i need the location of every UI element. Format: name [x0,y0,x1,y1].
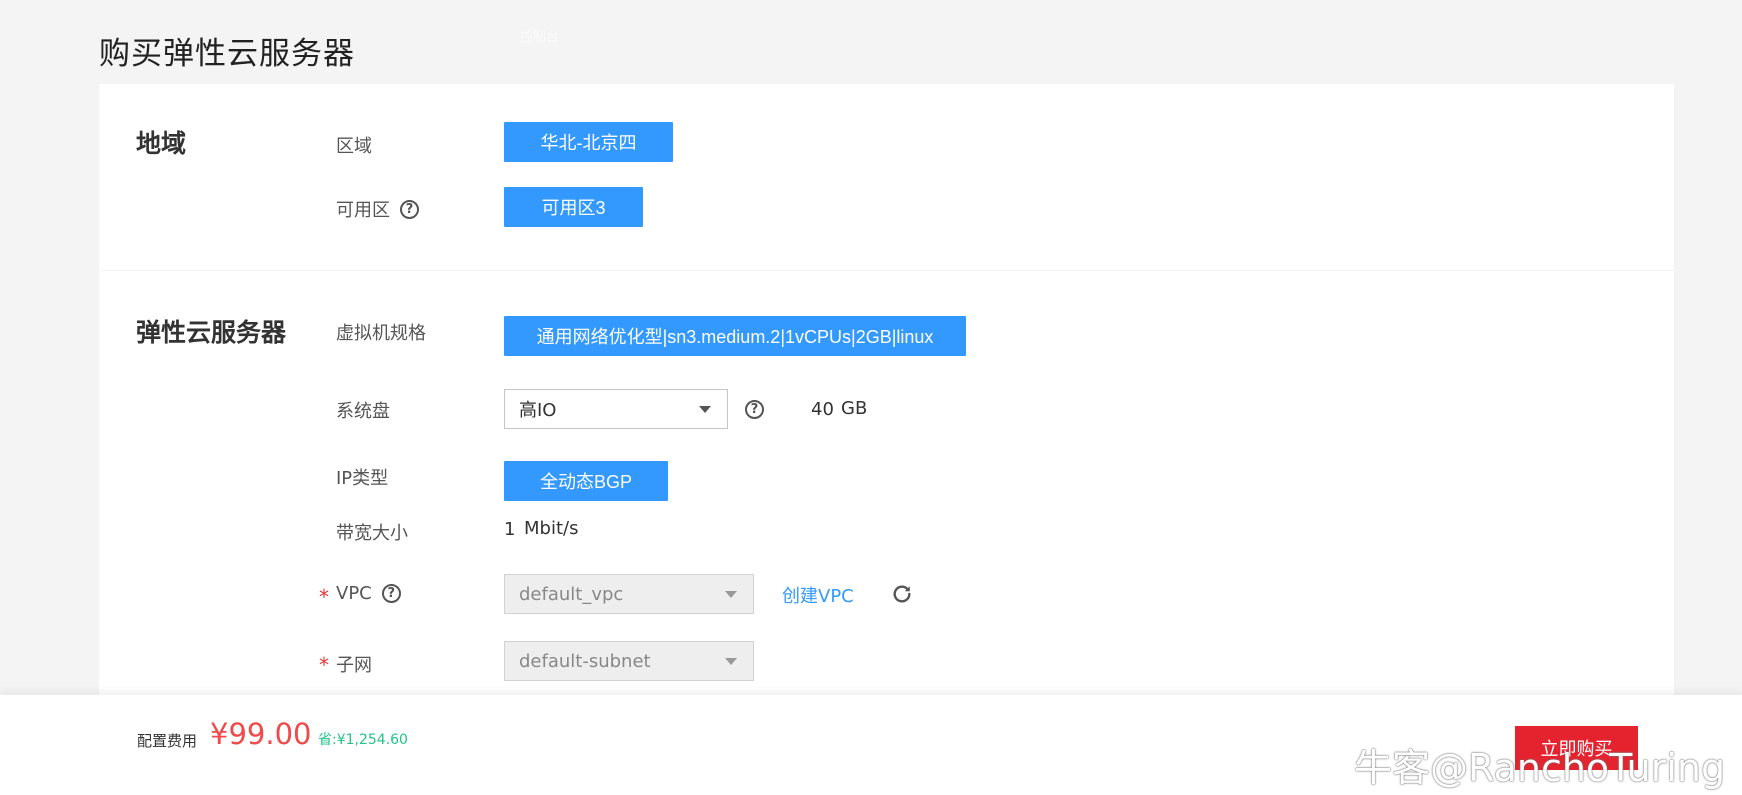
az-label: 可用区 ? [336,196,419,222]
region-select-button[interactable]: 华北-北京四 [504,122,673,162]
az-label-text: 可用区 [336,200,390,221]
ip-type-label-text: IP类型 [336,468,389,489]
fee-price: ¥99.00 [210,717,312,751]
ip-type-button[interactable]: 全动态BGP [504,461,668,501]
disk-size-value: 40 [811,399,834,420]
bandwidth-label-text: 带宽大小 [336,523,408,544]
disk-help-icon[interactable]: ? [745,400,764,419]
disk-label-text: 系统盘 [336,401,390,422]
subnet-label: * 子网 [319,651,372,677]
az-help-icon[interactable]: ? [400,199,419,219]
vpc-help-icon[interactable]: ? [381,584,401,603]
bandwidth-value: 1 [504,519,516,540]
bandwidth-unit: Mbit/s [524,518,579,539]
fee-label: 配置费用 [137,732,198,750]
ecs-panel: 弹性云服务器 虚拟机规格 通用网络优化型|sn3.medium.2|1vCPUs… [99,271,1674,711]
flavor-select-button[interactable]: 通用网络优化型|sn3.medium.2|1vCPUs|2GB|linux [504,316,966,356]
region-label-text: 区域 [336,136,372,157]
vpc-label: * VPC ? [319,583,401,609]
region-label: 区域 [336,132,372,158]
flavor-label: 虚拟机规格 [336,319,426,345]
fee-save: 省:¥1,254.60 [318,732,408,748]
page-title: 购买弹性云服务器 [99,36,355,72]
subnet-select[interactable]: default-subnet [504,641,754,681]
vpc-label-text: VPC [336,583,372,604]
refresh-icon[interactable] [891,583,913,605]
bandwidth-label: 带宽大小 [336,519,408,545]
flavor-label-text: 虚拟机规格 [336,323,426,344]
section-title-region: 地域 [136,129,187,158]
vpc-select[interactable]: default_vpc [504,574,754,614]
chevron-down-icon [699,406,711,413]
ip-type-label: IP类型 [336,464,388,490]
create-vpc-link[interactable]: 创建VPC [782,582,854,608]
chevron-down-icon [725,658,737,665]
section-title-ecs: 弹性云服务器 [136,318,287,347]
subnet-select-value: default-subnet [519,650,651,672]
subnet-label-text: 子网 [336,655,372,676]
disk-type-value: 高IO [519,400,557,421]
disk-type-select[interactable]: 高IO [504,389,728,429]
watermark-text: 牛客@RanchoTuring [1354,746,1726,790]
vpc-select-value: default_vpc [519,583,624,605]
az-select-button[interactable]: 可用区3 [504,187,643,227]
region-panel: 地域 区域 华北-北京四 可用区 ? 可用区3 [99,84,1674,270]
nowcoder-logo-icon [1291,750,1345,779]
required-mark: * [319,585,329,609]
disk-label: 系统盘 [336,397,390,423]
chevron-down-icon [725,591,737,598]
watermark: 牛客@RanchoTuring [1290,737,1725,792]
console-link[interactable]: 控制台 [520,26,559,45]
disk-size-unit: GB [841,398,868,419]
required-mark: * [319,653,329,677]
